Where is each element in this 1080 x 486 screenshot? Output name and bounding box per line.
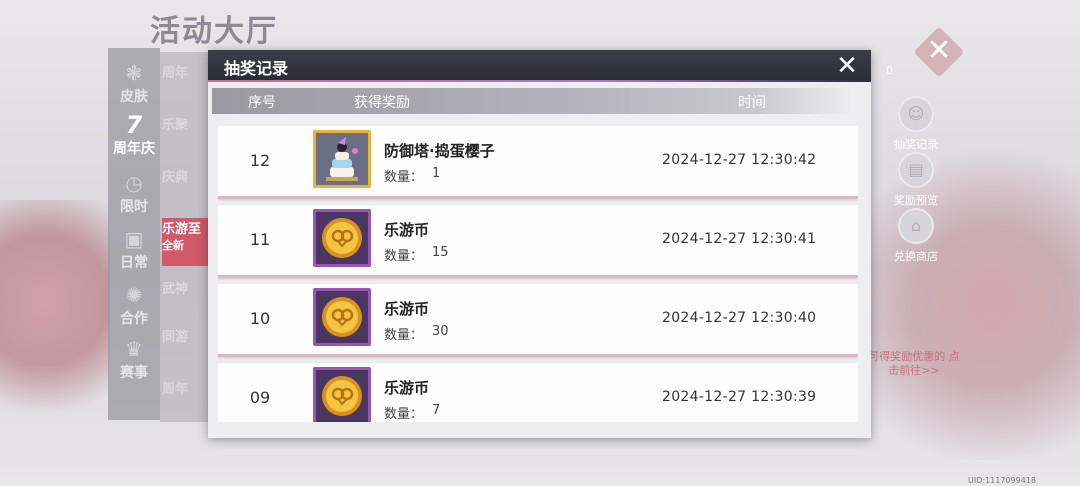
quantity-label: 数量： bbox=[384, 407, 424, 422]
number-seven-icon: 7 bbox=[125, 111, 143, 139]
record-row: 11 乐游币 数量： 15 2024-12-27 12:30:41 bbox=[218, 205, 858, 278]
quantity-value: 15 bbox=[432, 245, 449, 260]
clock-icon: ◷ bbox=[125, 171, 143, 195]
nav-tournament[interactable]: ♛ 赛事 bbox=[108, 336, 160, 392]
column-time: 时间 bbox=[738, 95, 766, 111]
tower-cake-icon bbox=[316, 133, 368, 185]
draw-record-button[interactable]: ☺ 抽奖记录 bbox=[893, 96, 939, 156]
dialog-close-button[interactable]: ✕ bbox=[833, 52, 861, 80]
dialog-title: 抽奖记录 bbox=[224, 59, 289, 78]
activity-item[interactable]: 庆典 bbox=[162, 166, 210, 214]
record-seq: 12 bbox=[249, 151, 271, 170]
reward-thumbnail bbox=[313, 288, 371, 346]
reward-hint-link[interactable]: 可得奖励优惠的 点击前往>> bbox=[868, 350, 960, 378]
nav-daily[interactable]: ▣ 日常 bbox=[108, 226, 160, 282]
reward-name: 防御塔·捣蛋樱子 bbox=[384, 142, 495, 160]
record-icon: ☺ bbox=[898, 96, 934, 132]
quantity-value: 30 bbox=[432, 324, 449, 339]
nav-cooperation[interactable]: ✺ 合作 bbox=[108, 282, 160, 338]
coin-icon bbox=[322, 218, 362, 258]
count-badge: 0 bbox=[886, 64, 893, 77]
quantity-label: 数量： bbox=[384, 170, 424, 185]
activity-item[interactable]: 乐聚 bbox=[162, 114, 210, 162]
record-row: 10 乐游币 数量： 30 2024-12-27 12:30:40 bbox=[218, 284, 858, 357]
shop-icon: ⌂ bbox=[898, 208, 934, 244]
activity-item[interactable]: 同游 bbox=[162, 326, 210, 374]
reward-name: 乐游币 bbox=[384, 379, 430, 397]
activity-item-active[interactable]: 乐游至 全新 bbox=[162, 218, 210, 266]
record-time: 2024-12-27 12:30:42 bbox=[662, 152, 817, 168]
quantity-value: 1 bbox=[432, 166, 441, 181]
reward-name: 乐游币 bbox=[384, 300, 430, 318]
column-reward: 获得奖励 bbox=[354, 95, 410, 111]
hall-title: 活动大厅 bbox=[150, 14, 278, 49]
nav-anniversary[interactable]: 7 周年庆 bbox=[108, 112, 160, 168]
uid-label: UID:1117099418 bbox=[968, 476, 1036, 485]
trophy-icon: ♛ bbox=[125, 337, 143, 361]
close-icon: ✕ bbox=[836, 51, 858, 81]
reward-thumbnail bbox=[313, 130, 371, 188]
gift-icon: ▣ bbox=[124, 227, 144, 251]
reward-name: 乐游币 bbox=[384, 221, 430, 239]
column-seq: 序号 bbox=[248, 95, 276, 111]
nav-limited[interactable]: ◷ 限时 bbox=[108, 170, 160, 226]
quantity-label: 数量： bbox=[384, 328, 424, 343]
record-seq: 09 bbox=[249, 388, 271, 407]
record-time: 2024-12-27 12:30:39 bbox=[662, 389, 817, 405]
butterfly-icon: ❃ bbox=[125, 61, 143, 85]
nav-skin[interactable]: ❃ 皮肤 bbox=[108, 60, 160, 116]
reward-thumbnail bbox=[313, 209, 371, 267]
activity-item[interactable]: 武神 bbox=[162, 278, 210, 326]
record-seq: 11 bbox=[249, 230, 271, 249]
exchange-shop-button[interactable]: ⌂ 兑换商店 bbox=[893, 208, 939, 268]
coin-icon bbox=[322, 297, 362, 337]
column-header: 序号 获得奖励 时间 bbox=[212, 88, 852, 114]
record-list[interactable]: 12 防御塔·捣蛋樱子 数量： 1 2024-12-27 12:30:42 11… bbox=[218, 126, 858, 422]
activity-item[interactable]: 周年 bbox=[162, 62, 210, 110]
record-seq: 10 bbox=[249, 309, 271, 328]
quantity-label: 数量： bbox=[384, 249, 424, 264]
activity-item[interactable]: 周年 bbox=[162, 378, 210, 426]
reward-thumbnail bbox=[313, 367, 371, 422]
left-character-art bbox=[0, 200, 110, 450]
record-time: 2024-12-27 12:30:41 bbox=[662, 231, 817, 247]
dialog-header: 抽奖记录 ✕ bbox=[208, 50, 871, 82]
draw-record-dialog: 抽奖记录 ✕ 序号 获得奖励 时间 12 防御塔·捣蛋樱子 数量： 1 2024… bbox=[208, 50, 871, 438]
record-row: 12 防御塔·捣蛋樱子 数量： 1 2024-12-27 12:30:42 bbox=[218, 126, 858, 199]
close-icon: ✕ bbox=[926, 33, 952, 68]
record-time: 2024-12-27 12:30:40 bbox=[662, 310, 817, 326]
reward-preview-button[interactable]: ▤ 奖励预览 bbox=[893, 152, 939, 212]
handshake-icon: ✺ bbox=[125, 283, 143, 307]
preview-icon: ▤ bbox=[898, 152, 934, 188]
record-row: 09 乐游币 数量： 7 2024-12-27 12:30:39 bbox=[218, 363, 858, 422]
quantity-value: 7 bbox=[432, 403, 441, 418]
coin-icon bbox=[322, 376, 362, 416]
